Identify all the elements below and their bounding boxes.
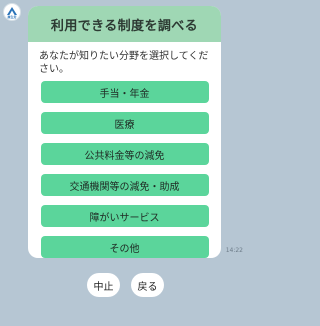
bot-avatar[interactable]: 厚生労 [3, 3, 21, 21]
back-button[interactable]: 戻る [131, 273, 164, 297]
option-disability-service[interactable]: 障がいサービス [40, 205, 209, 227]
option-allowance-pension[interactable]: 手当・年金 [40, 81, 209, 103]
card-description: あなたが知りたい分野を選択してください。 [39, 51, 209, 75]
avatar-label: 厚生労 [7, 15, 17, 19]
option-utility-discount[interactable]: 公共料金等の減免 [40, 143, 209, 165]
message-timestamp: 14:22 [225, 247, 243, 254]
cancel-button[interactable]: 中止 [87, 273, 120, 297]
card-title: 利用できる制度を調べる [28, 6, 221, 42]
option-medical[interactable]: 医療 [40, 112, 209, 134]
menu-card: 利用できる制度を調べる あなたが知りたい分野を選択してください。 手当・年金 医… [28, 6, 221, 258]
option-other[interactable]: その他 [40, 236, 209, 258]
quick-reply-bar: 中止 戻る [0, 268, 250, 326]
option-transport-discount[interactable]: 交通機関等の減免・助成 [40, 174, 209, 196]
card-body: あなたが知りたい分野を選択してください。 手当・年金 医療 公共料金等の減免 交… [28, 42, 221, 258]
